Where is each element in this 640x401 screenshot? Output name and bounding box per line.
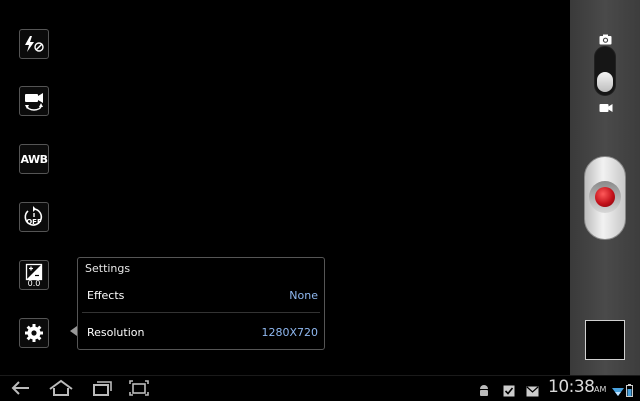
white-balance-label: AWB	[20, 152, 48, 166]
camera-control-panel	[570, 0, 640, 375]
settings-title: Settings	[85, 262, 131, 275]
record-button[interactable]	[584, 156, 626, 240]
white-balance-button[interactable]: AWB	[19, 144, 49, 174]
wifi-icon[interactable]	[612, 382, 624, 401]
effects-label: Effects	[87, 289, 125, 302]
settings-row-resolution[interactable]: Resolution 1280X720	[78, 319, 324, 347]
resolution-label: Resolution	[87, 326, 145, 339]
settings-button[interactable]	[19, 318, 49, 348]
exposure-value: 0.0	[27, 279, 41, 288]
gear-icon	[24, 323, 44, 343]
switch-camera-button[interactable]	[19, 86, 49, 116]
settings-pointer	[70, 326, 77, 336]
timer-button[interactable]: OFF	[19, 202, 49, 232]
camera-video-mode-switch[interactable]	[594, 46, 616, 96]
flash-off-icon	[23, 35, 45, 53]
timer-label: OFF	[26, 218, 42, 226]
home-icon[interactable]	[48, 379, 74, 401]
screenshot-icon[interactable]	[128, 379, 150, 401]
android-debug-icon[interactable]	[478, 382, 490, 401]
gallery-thumbnail[interactable]	[585, 320, 625, 360]
download-complete-icon[interactable]	[503, 382, 515, 401]
battery-icon[interactable]	[626, 382, 633, 401]
record-icon	[595, 187, 615, 207]
switch-camera-icon	[22, 91, 46, 111]
timer-icon: OFF	[22, 205, 46, 229]
mode-switch-knob[interactable]	[597, 72, 613, 92]
settings-panel: Settings Effects None Resolution 1280X72…	[77, 257, 325, 350]
flash-off-button[interactable]	[19, 29, 49, 59]
gmail-icon[interactable]	[526, 382, 539, 401]
clock-time[interactable]: 10:38	[548, 377, 595, 397]
recent-apps-icon[interactable]	[90, 379, 112, 401]
effects-value: None	[289, 289, 318, 302]
resolution-value: 1280X720	[261, 326, 318, 339]
settings-row-effects[interactable]: Effects None	[78, 282, 324, 310]
settings-divider	[82, 312, 320, 313]
record-ring	[589, 181, 621, 213]
clock-ampm: AM	[594, 385, 607, 394]
video-mode-icon	[599, 98, 613, 117]
system-bar: 10:38 AM	[0, 375, 640, 400]
back-icon[interactable]	[10, 379, 32, 401]
